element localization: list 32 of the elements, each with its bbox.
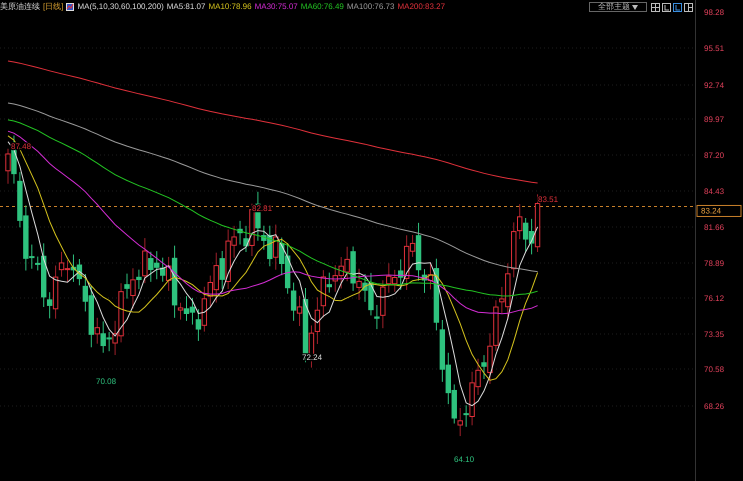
price-tick-label: 98.28	[704, 8, 724, 17]
theme-dropdown[interactable]: 全部主题	[589, 2, 647, 12]
layout-icon[interactable]	[673, 2, 682, 12]
moving-average-value: MA30:75.07	[254, 3, 298, 11]
price-annotation: 64.10	[454, 455, 474, 464]
price-tick-label: 70.58	[704, 365, 724, 374]
current-price-label: 83.24	[701, 206, 722, 216]
price-tick-label: 87.20	[704, 151, 724, 160]
moving-average-value: MA10:78.96	[208, 3, 252, 11]
price-tick-label: 73.35	[704, 330, 724, 339]
price-tick-label: 78.89	[704, 259, 724, 268]
price-tick-label: 89.97	[704, 115, 724, 124]
price-tick-label: 81.66	[704, 223, 724, 232]
moving-average-value: MA100:76.73	[346, 3, 394, 11]
moving-average-value: MA5:81.07	[166, 3, 206, 11]
price-annotation: 83.51	[538, 195, 558, 204]
grid-icon[interactable]	[651, 2, 660, 12]
price-tick-label: 92.74	[704, 81, 724, 90]
indicator-icon[interactable]	[66, 3, 74, 11]
moving-average-value: MA200:83.27	[397, 3, 446, 11]
indicator-label: MA(5,10,30,60,100,200)	[77, 3, 164, 11]
moving-average-value: MA60:76.49	[300, 3, 344, 11]
price-annotation: 70.08	[96, 377, 116, 386]
price-tick-label: 84.43	[704, 187, 724, 196]
caret-icon	[632, 4, 638, 10]
price-tick-label: 76.12	[704, 294, 724, 303]
instrument-title: 美原油连续	[0, 3, 40, 11]
price-tick-label: 68.26	[704, 402, 724, 411]
panel-icon[interactable]	[662, 2, 671, 12]
split-icon[interactable]	[684, 2, 693, 12]
period-label: [日线]	[43, 3, 64, 11]
price-tick-label: 95.51	[704, 44, 724, 53]
